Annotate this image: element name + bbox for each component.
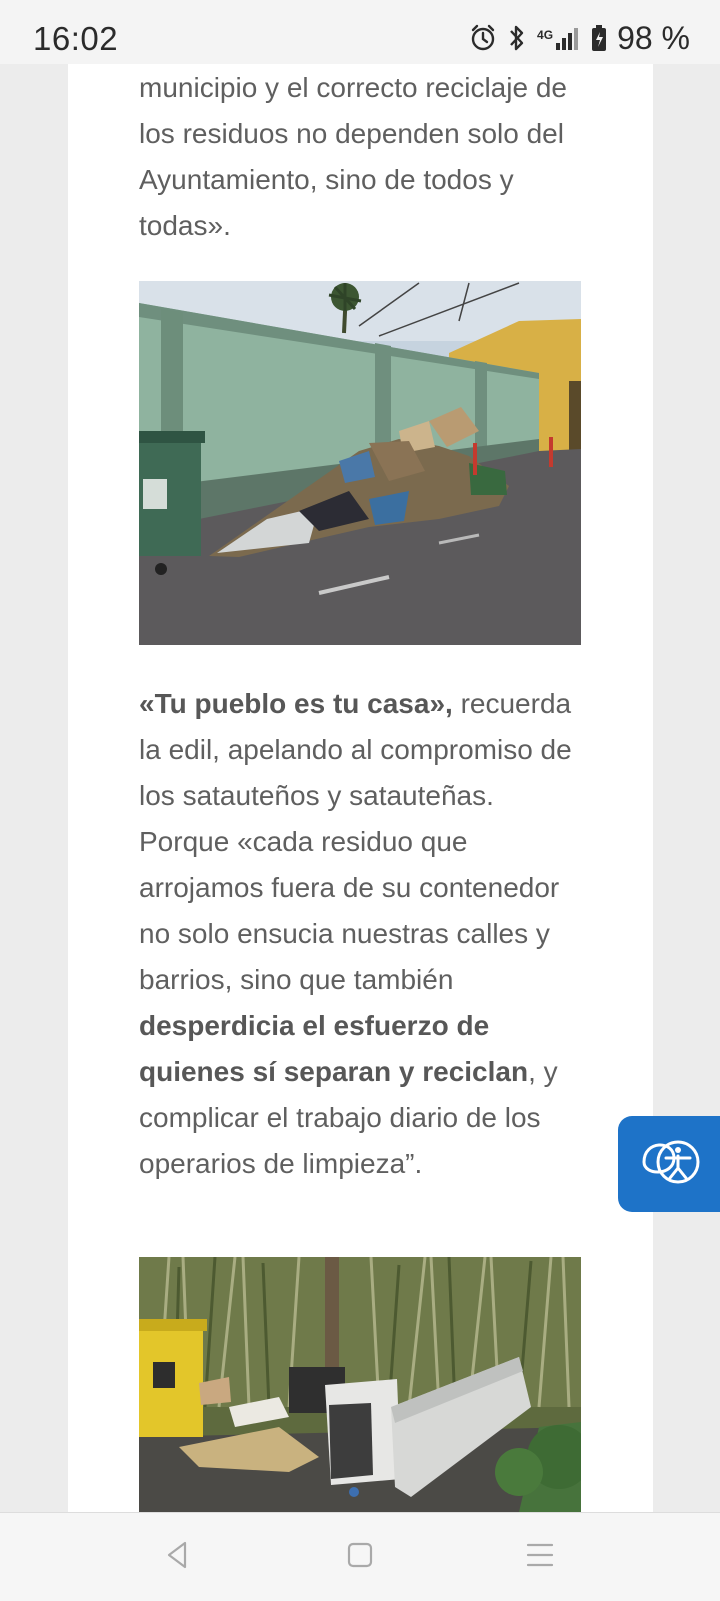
menu-icon [525, 1541, 555, 1574]
network-type: 4G [537, 28, 554, 42]
recent-apps-button[interactable] [516, 1533, 564, 1581]
home-icon [346, 1541, 374, 1574]
paragraph-text: recuerda la edil, apelando al compromiso… [139, 688, 572, 995]
article-paragraph: municipio y el correcto reciclaje de los… [139, 72, 567, 241]
article-paragraph: «Tu pueblo es tu casa», recuerda la edil… [139, 681, 589, 1187]
back-button[interactable] [154, 1533, 202, 1581]
back-icon [163, 1540, 193, 1575]
status-icons: 4G 98 % [469, 18, 690, 58]
photo-appliances-dumped[interactable] [139, 1257, 581, 1512]
bold-quote: «Tu pueblo es tu casa», [139, 688, 453, 719]
alarm-icon [469, 24, 497, 52]
photo-waste-by-wall[interactable] [139, 281, 581, 645]
status-bar: 16:02 4G 98 % [0, 0, 720, 64]
bold-emphasis: desperdicia el esfuerzo de quienes sí se… [139, 1010, 529, 1087]
signal-icon: 4G [537, 25, 581, 51]
home-button[interactable] [336, 1533, 384, 1581]
status-time: 16:02 [33, 20, 119, 57]
navigation-bar [0, 1512, 720, 1601]
accessibility-button[interactable] [618, 1116, 720, 1212]
bluetooth-icon [507, 23, 527, 53]
battery-icon [591, 24, 607, 52]
accessibility-icon [634, 1132, 706, 1197]
article-content: municipio y el correcto reciclaje de los… [68, 64, 653, 1512]
battery-percentage: 98 % [617, 19, 690, 56]
